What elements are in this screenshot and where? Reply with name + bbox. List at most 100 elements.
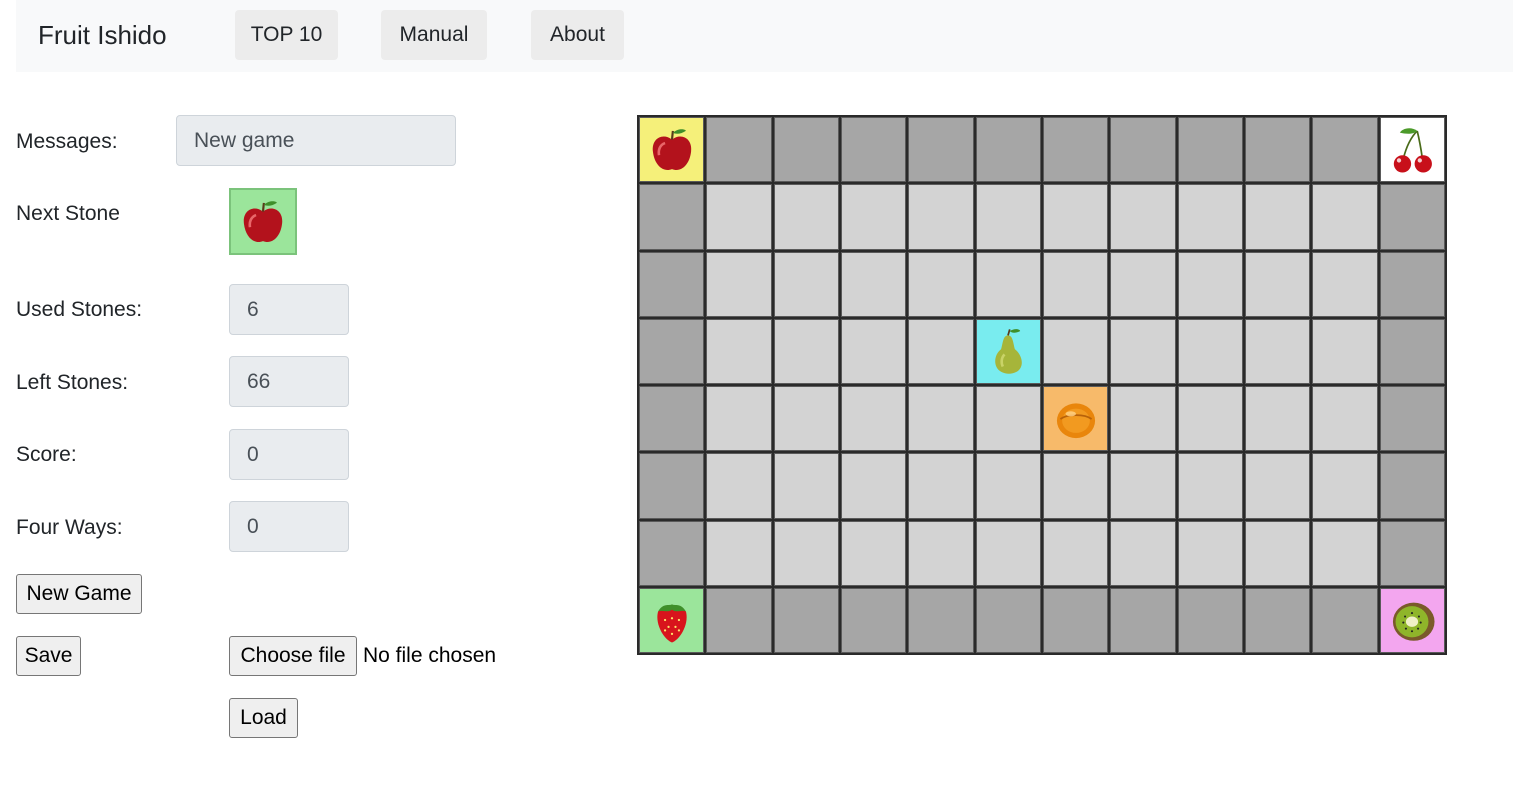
- board-cell-edge[interactable]: [975, 587, 1041, 653]
- board-cell-edge[interactable]: [1043, 587, 1109, 653]
- board-cell[interactable]: [1245, 386, 1311, 452]
- board-cell[interactable]: [908, 318, 974, 384]
- board-cell[interactable]: [975, 251, 1041, 317]
- nav-top10-button[interactable]: TOP 10: [235, 10, 338, 60]
- board-cell[interactable]: [1245, 520, 1311, 586]
- board-cell[interactable]: [773, 520, 839, 586]
- board-cell[interactable]: [975, 453, 1041, 519]
- board-cell[interactable]: [1043, 184, 1109, 250]
- board-cell[interactable]: [773, 386, 839, 452]
- board-stone-strawberry[interactable]: [639, 587, 705, 653]
- board-cell[interactable]: [908, 251, 974, 317]
- board-cell[interactable]: [1043, 251, 1109, 317]
- board-cell[interactable]: [1110, 386, 1176, 452]
- board-cell[interactable]: [1312, 386, 1378, 452]
- board-cell[interactable]: [773, 318, 839, 384]
- choose-file-button[interactable]: Choose file: [229, 636, 357, 676]
- board-cell-edge[interactable]: [1245, 117, 1311, 183]
- board-cell[interactable]: [1312, 453, 1378, 519]
- board-cell[interactable]: [1110, 318, 1176, 384]
- board-cell[interactable]: [1110, 453, 1176, 519]
- board-cell[interactable]: [841, 386, 907, 452]
- board-cell[interactable]: [1177, 386, 1243, 452]
- board-cell-edge[interactable]: [908, 117, 974, 183]
- board-cell-edge[interactable]: [841, 117, 907, 183]
- board-cell-edge[interactable]: [639, 184, 705, 250]
- board-cell[interactable]: [706, 184, 772, 250]
- board-cell-edge[interactable]: [773, 587, 839, 653]
- board-cell[interactable]: [1245, 251, 1311, 317]
- board-cell[interactable]: [1043, 318, 1109, 384]
- board-cell[interactable]: [1110, 184, 1176, 250]
- board-cell-edge[interactable]: [1379, 453, 1445, 519]
- board-cell[interactable]: [706, 520, 772, 586]
- board-cell-edge[interactable]: [908, 587, 974, 653]
- board-cell-edge[interactable]: [1177, 117, 1243, 183]
- board-cell[interactable]: [1110, 520, 1176, 586]
- board-cell-edge[interactable]: [1177, 587, 1243, 653]
- board-cell[interactable]: [1245, 318, 1311, 384]
- board-cell-edge[interactable]: [1245, 587, 1311, 653]
- board-cell[interactable]: [908, 386, 974, 452]
- board-cell-edge[interactable]: [841, 587, 907, 653]
- board-cell-edge[interactable]: [773, 117, 839, 183]
- board-cell[interactable]: [841, 318, 907, 384]
- board-cell-edge[interactable]: [639, 251, 705, 317]
- load-button[interactable]: Load: [229, 698, 298, 738]
- board-cell-edge[interactable]: [639, 520, 705, 586]
- board-cell-edge[interactable]: [1110, 587, 1176, 653]
- board-cell[interactable]: [908, 184, 974, 250]
- board-cell[interactable]: [975, 184, 1041, 250]
- board-cell[interactable]: [1245, 453, 1311, 519]
- board-cell-edge[interactable]: [1379, 184, 1445, 250]
- board-cell[interactable]: [841, 520, 907, 586]
- board-cell[interactable]: [841, 184, 907, 250]
- board-stone-pear[interactable]: [975, 318, 1041, 384]
- board-cell-edge[interactable]: [639, 318, 705, 384]
- board-cell[interactable]: [1312, 251, 1378, 317]
- board-cell[interactable]: [1177, 251, 1243, 317]
- board-cell[interactable]: [908, 520, 974, 586]
- board-cell-edge[interactable]: [1312, 117, 1378, 183]
- board-cell-edge[interactable]: [1379, 318, 1445, 384]
- board-cell[interactable]: [1110, 251, 1176, 317]
- board-stone-orange[interactable]: [1043, 386, 1109, 452]
- board-cell-edge[interactable]: [706, 117, 772, 183]
- board-cell[interactable]: [706, 453, 772, 519]
- board-cell[interactable]: [908, 453, 974, 519]
- board-cell-edge[interactable]: [1110, 117, 1176, 183]
- new-game-button[interactable]: New Game: [16, 574, 142, 614]
- board-stone-cherry[interactable]: [1379, 117, 1445, 183]
- board-cell-edge[interactable]: [639, 453, 705, 519]
- board-cell[interactable]: [1177, 453, 1243, 519]
- board-cell[interactable]: [1312, 318, 1378, 384]
- board-cell[interactable]: [1043, 520, 1109, 586]
- board-cell[interactable]: [975, 520, 1041, 586]
- board-stone-kiwi[interactable]: [1379, 587, 1445, 653]
- board-cell-edge[interactable]: [975, 117, 1041, 183]
- board-cell[interactable]: [706, 318, 772, 384]
- board-cell-edge[interactable]: [639, 386, 705, 452]
- board-cell[interactable]: [773, 184, 839, 250]
- save-button[interactable]: Save: [16, 636, 81, 676]
- board-cell[interactable]: [1312, 520, 1378, 586]
- board-cell-edge[interactable]: [1312, 587, 1378, 653]
- board-cell[interactable]: [1312, 184, 1378, 250]
- board-cell[interactable]: [706, 386, 772, 452]
- board-cell-edge[interactable]: [1379, 386, 1445, 452]
- board-cell[interactable]: [975, 386, 1041, 452]
- board-stone-apple[interactable]: [639, 117, 705, 183]
- board-cell[interactable]: [706, 251, 772, 317]
- board-cell[interactable]: [841, 251, 907, 317]
- board-cell[interactable]: [841, 453, 907, 519]
- board-cell[interactable]: [1177, 318, 1243, 384]
- board-cell-edge[interactable]: [1043, 117, 1109, 183]
- board-cell[interactable]: [1177, 520, 1243, 586]
- board-cell[interactable]: [1177, 184, 1243, 250]
- board-cell-edge[interactable]: [706, 587, 772, 653]
- board-cell-edge[interactable]: [1379, 520, 1445, 586]
- board-cell[interactable]: [1245, 184, 1311, 250]
- nav-about-button[interactable]: About: [531, 10, 624, 60]
- board-cell[interactable]: [1043, 453, 1109, 519]
- brand-title[interactable]: Fruit Ishido: [38, 20, 167, 51]
